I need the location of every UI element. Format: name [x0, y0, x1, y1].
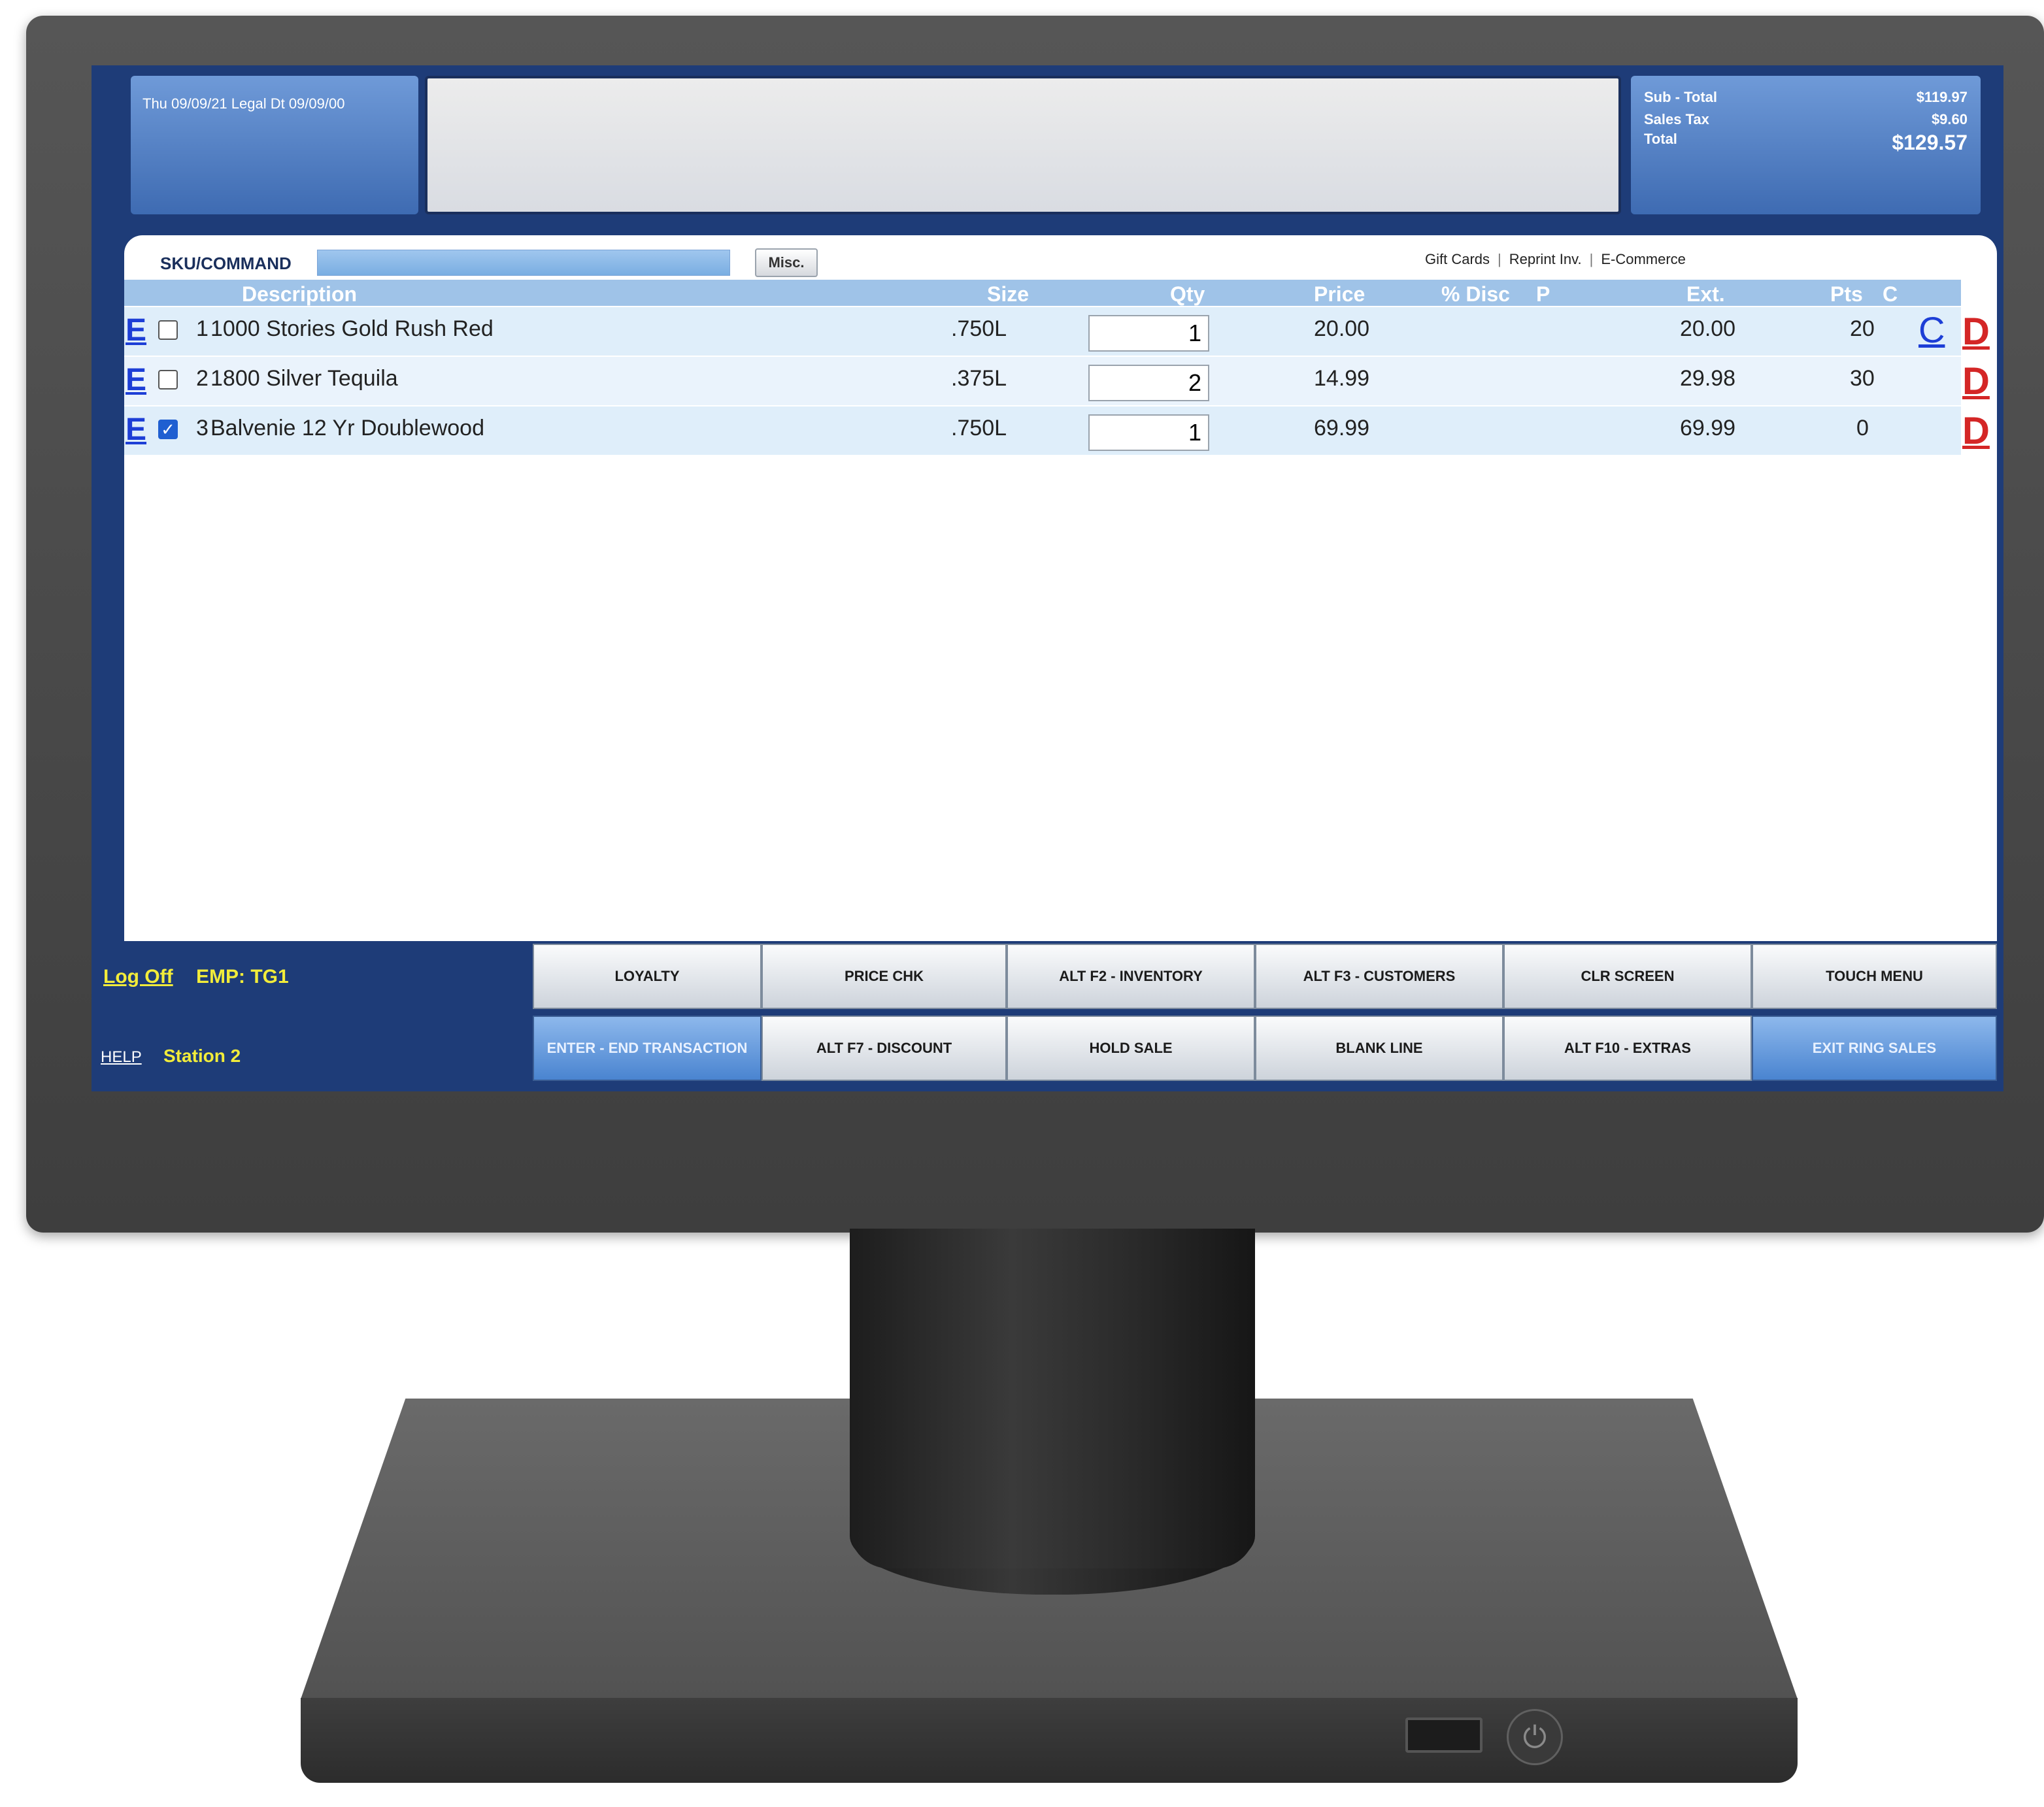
- misc-button[interactable]: Misc.: [755, 248, 818, 277]
- subtotal-value: $119.97: [1916, 89, 1968, 105]
- header-ext: Ext.: [1686, 282, 1725, 306]
- header-disc: % Disc: [1441, 282, 1510, 306]
- e-commerce-link[interactable]: E-Commerce: [1601, 251, 1686, 267]
- header-p: P: [1536, 282, 1550, 306]
- tax-value: $9.60: [1931, 111, 1968, 127]
- header-price: Price: [1314, 282, 1365, 306]
- row-price: 14.99: [1314, 366, 1370, 391]
- header-size: Size: [987, 282, 1030, 306]
- coupon-link[interactable]: C: [1918, 308, 1945, 351]
- row-checkbox[interactable]: [158, 370, 178, 390]
- header-pts: Pts: [1830, 282, 1863, 306]
- link-separator: |: [1589, 251, 1594, 267]
- gift-cards-link[interactable]: Gift Cards: [1425, 251, 1490, 267]
- table-row[interactable]: E 2 1800 Silver Tequila .375L 2 14.99 29…: [124, 357, 1990, 405]
- transaction-panel: SKU/COMMAND Misc. Gift Cards | Reprint Inv…: [124, 235, 1997, 967]
- row-number: 2: [196, 366, 209, 391]
- table-row[interactable]: E 1 1000 Stories Gold Rush Red .750L 1 2…: [124, 307, 1990, 356]
- row-checkbox[interactable]: [158, 320, 178, 340]
- function-bar: Log Off EMP: TG1 HELP Station 2 Loyalty …: [92, 941, 2003, 1091]
- stand-column: [850, 1229, 1255, 1568]
- stand-base-front: [301, 1698, 1798, 1783]
- edit-link[interactable]: E: [126, 362, 146, 398]
- date-panel: Thu 09/09/21 Legal Dt 09/09/00: [131, 76, 418, 214]
- pos-screen: Thu 09/09/21 Legal Dt 09/09/00 Sub - Tot…: [92, 65, 2003, 1091]
- row-pts: 30: [1850, 366, 1875, 391]
- end-transaction-button[interactable]: Enter - End transaction: [533, 1016, 762, 1081]
- grid-header: Description Size Qty Price % Disc P Ext.…: [124, 280, 1961, 306]
- header-c: C: [1883, 282, 1898, 306]
- row-size: .750L: [951, 416, 1007, 440]
- customers-button[interactable]: Alt F3 - CUSTOMERS: [1255, 944, 1503, 1009]
- blank-line-button[interactable]: BLANK LINE: [1255, 1016, 1503, 1081]
- loyalty-button[interactable]: Loyalty: [533, 944, 762, 1009]
- row-size: .375L: [951, 366, 1007, 391]
- row-ext: 20.00: [1680, 316, 1736, 341]
- clear-screen-button[interactable]: CLR SCREEN: [1503, 944, 1752, 1009]
- row-ext: 69.99: [1680, 416, 1736, 440]
- row-description: 1800 Silver Tequila: [210, 366, 398, 391]
- employee-label: EMP: TG1: [196, 966, 289, 987]
- row-ext: 29.98: [1680, 366, 1736, 391]
- exit-ring-sales-button[interactable]: EXIT RING SALES: [1752, 1016, 1997, 1081]
- row-pts: 0: [1856, 416, 1869, 440]
- table-row[interactable]: E ✓ 3 Balvenie 12 Yr Doublewood .750L 1 …: [124, 406, 1990, 455]
- link-separator: |: [1498, 251, 1501, 267]
- row-checkbox[interactable]: ✓: [158, 420, 178, 439]
- price-check-button[interactable]: PRICE CHK: [762, 944, 1007, 1009]
- date-line: Thu 09/09/21 Legal Dt 09/09/00: [142, 95, 345, 112]
- qty-input[interactable]: 1: [1088, 315, 1209, 352]
- edit-link[interactable]: E: [126, 312, 146, 348]
- sku-command-label: SKU/COMMAND: [160, 254, 292, 273]
- totals-panel: Sub - Total $119.97 Sales Tax $9.60 Tota…: [1631, 76, 1981, 214]
- usb-port-icon: [1405, 1717, 1483, 1753]
- top-links: Gift Cards | Reprint Inv. | E-Commerce: [1425, 251, 1686, 268]
- power-icon[interactable]: ⏻: [1507, 1709, 1563, 1765]
- inventory-button[interactable]: Alt F2 - INVENTORY: [1007, 944, 1255, 1009]
- touch-menu-button[interactable]: TOUCH MENU: [1752, 944, 1997, 1009]
- subtotal-label: Sub - Total: [1644, 89, 1718, 105]
- row-description: 1000 Stories Gold Rush Red: [210, 316, 494, 341]
- help-link[interactable]: HELP: [101, 1048, 142, 1067]
- qty-input[interactable]: 1: [1088, 414, 1209, 451]
- total-label: Total: [1644, 131, 1677, 147]
- delete-link[interactable]: D: [1962, 359, 1990, 403]
- logoff-link[interactable]: Log Off: [103, 966, 173, 988]
- row-description: Balvenie 12 Yr Doublewood: [210, 416, 484, 440]
- total-value: $129.57: [1892, 131, 1968, 154]
- extras-button[interactable]: Alt F10 - EXTRAS: [1503, 1016, 1752, 1081]
- row-pts: 20: [1850, 316, 1875, 341]
- qty-input[interactable]: 2: [1088, 365, 1209, 401]
- sku-command-input[interactable]: [317, 250, 730, 276]
- reprint-inv-link[interactable]: Reprint Inv.: [1509, 251, 1582, 267]
- hold-sale-button[interactable]: HOLD SALE: [1007, 1016, 1255, 1081]
- station-label: Station 2: [163, 1046, 241, 1066]
- delete-link[interactable]: D: [1962, 409, 1990, 453]
- row-number: 3: [196, 416, 209, 440]
- discount-button[interactable]: Alt F7 - DISCOUNT: [762, 1016, 1007, 1081]
- row-price: 20.00: [1314, 316, 1370, 341]
- row-number: 1: [196, 316, 209, 341]
- row-size: .750L: [951, 316, 1007, 341]
- delete-link[interactable]: D: [1962, 310, 1990, 354]
- tax-label: Sales Tax: [1644, 111, 1709, 127]
- header-qty: Qty: [1170, 282, 1205, 306]
- message-display: [425, 76, 1621, 214]
- header-description: Description: [242, 282, 358, 306]
- row-price: 69.99: [1314, 416, 1370, 440]
- edit-link[interactable]: E: [126, 412, 146, 448]
